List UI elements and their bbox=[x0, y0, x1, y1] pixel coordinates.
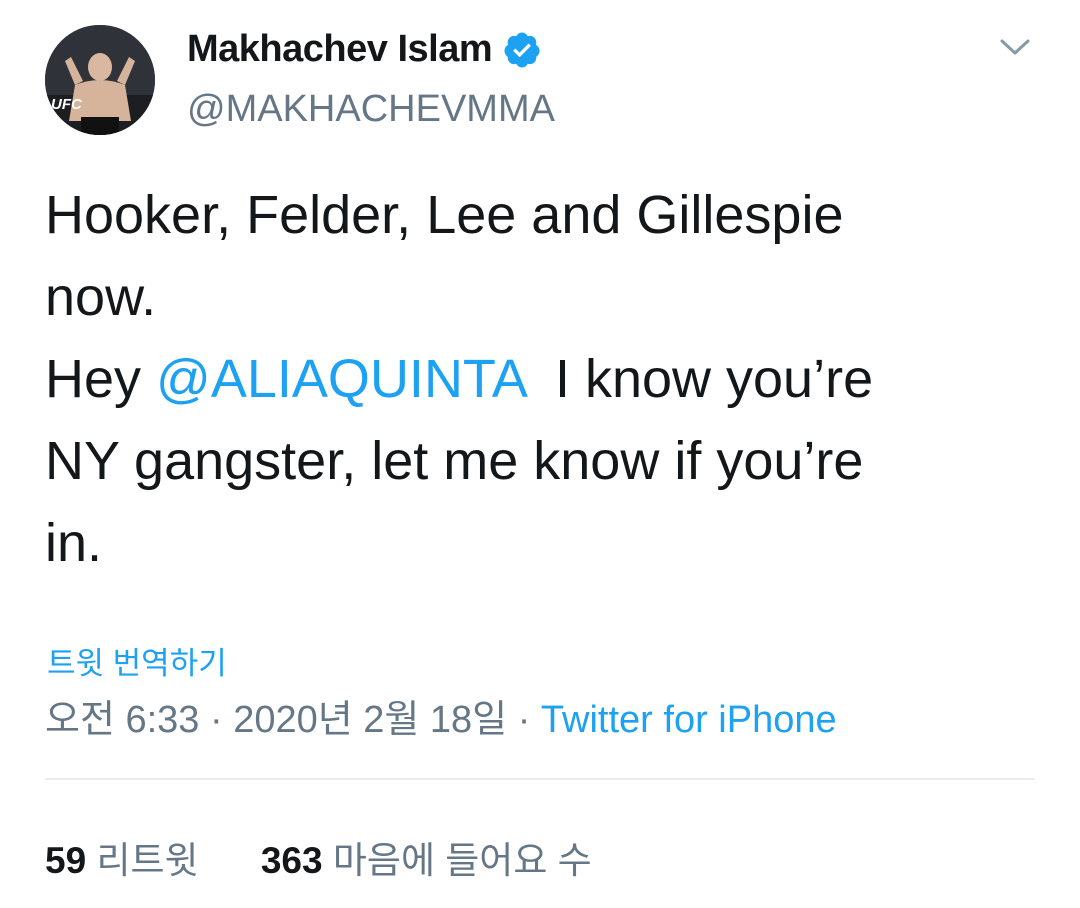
retweets-stat[interactable]: 59 리트윗 bbox=[45, 830, 199, 884]
tweet-text: Hooker, Felder, Lee and Gillespie now. H… bbox=[45, 174, 1035, 584]
tweet-timestamp[interactable]: 오전 6:33 · 2020년 2월 18일 bbox=[45, 699, 507, 741]
tweet-text-fragment: Hey bbox=[45, 349, 157, 409]
avatar-ufc-text: UFC bbox=[51, 96, 83, 113]
likes-stat[interactable]: 363 마음에 들어요 수 bbox=[261, 830, 592, 884]
tweet-text-line: NY gangster, let me know if you’re bbox=[45, 431, 864, 491]
tweet-stats: 59 리트윗 363 마음에 들어요 수 bbox=[45, 830, 592, 884]
author-display-name-row[interactable]: Makhachev Islam bbox=[187, 28, 542, 71]
chevron-down-icon[interactable] bbox=[998, 32, 1032, 62]
tweet-metadata: 오전 6:33 · 2020년 2월 18일 · Twitter for iPh… bbox=[45, 688, 837, 743]
likes-count: 363 bbox=[260, 840, 323, 881]
metadata-separator: · bbox=[507, 699, 541, 741]
verified-badge-icon bbox=[502, 30, 542, 70]
translate-tweet-link[interactable]: 트윗 번역하기 bbox=[47, 638, 227, 683]
author-handle[interactable]: @MAKHACHEVMMA bbox=[187, 88, 555, 131]
tweet-text-line: in. bbox=[45, 513, 103, 573]
retweets-count: 59 bbox=[45, 840, 87, 881]
avatar-photo: UFC bbox=[45, 25, 155, 135]
tweet-text-line: now. bbox=[45, 267, 157, 327]
author-display-name[interactable]: Makhachev Islam bbox=[187, 28, 493, 71]
tweet-text-line: Hooker, Felder, Lee and Gillespie bbox=[45, 185, 844, 245]
divider bbox=[45, 778, 1035, 780]
mention-link[interactable]: @ALIAQUINTA bbox=[156, 349, 525, 409]
retweets-label: 리트윗 bbox=[96, 840, 199, 881]
tweet-text-fragment: I know you’re bbox=[524, 349, 874, 409]
tweet-text-line: Hey @ALIAQUINTA I know you’re bbox=[45, 338, 1035, 420]
author-avatar[interactable]: UFC bbox=[45, 25, 155, 135]
tweet-source-link[interactable]: Twitter for iPhone bbox=[541, 699, 837, 741]
likes-label: 마음에 들어요 수 bbox=[332, 840, 592, 881]
